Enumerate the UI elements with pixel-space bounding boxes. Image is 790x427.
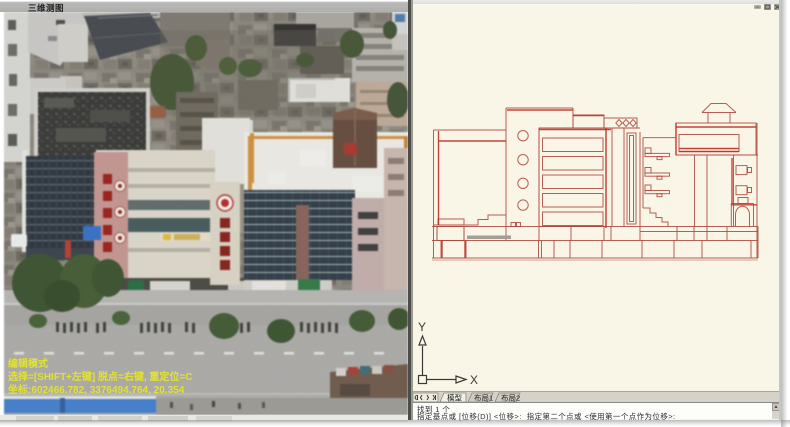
svg-text:布局1: 布局1 — [474, 393, 493, 403]
svg-text:Y: Y — [418, 320, 426, 334]
svg-text:模型: 模型 — [447, 393, 462, 403]
svg-text:X: X — [470, 373, 478, 387]
svg-text:布局2: 布局2 — [501, 393, 520, 403]
